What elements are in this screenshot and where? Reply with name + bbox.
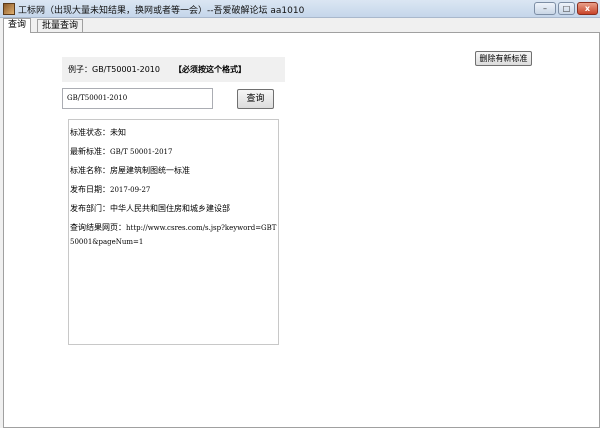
standard-number-input[interactable]: GB/T50001-2010 — [62, 88, 213, 109]
dept-label: 发布部门： — [70, 204, 110, 213]
format-example: 例子：GB/T50001-2010 【必须按这个格式】 — [62, 57, 285, 82]
date-label: 发布日期： — [70, 185, 110, 194]
app-icon — [3, 3, 15, 15]
delete-new-standard-button[interactable]: 删除有新标准 — [475, 51, 532, 66]
url-row: 查询结果网页：http://www.csres.com/s.jsp?keywor… — [70, 221, 278, 249]
title-bar: 工标网（出现大量未知结果，换网或者等一会）--吾爱破解论坛 aa1010 – □… — [0, 0, 600, 18]
example-text: 例子：GB/T50001-2010 — [68, 65, 160, 74]
name-row: 标准名称：房屋建筑制图统一标准 — [70, 164, 278, 183]
tab-batch-query[interactable]: 批量查询 — [37, 19, 84, 33]
date-value: 2017-09-27 — [110, 186, 151, 194]
status-label: 标准状态： — [70, 128, 110, 137]
dept-row: 发布部门：中华人民共和国住房和城乡建设部 — [70, 202, 278, 221]
name-label: 标准名称： — [70, 166, 110, 175]
latest-row: 最新标准：GB/T 50001-2017 — [70, 145, 278, 164]
status-value: 未知 — [110, 128, 126, 137]
result-box: 标准状态：未知 最新标准：GB/T 50001-2017 标准名称：房屋建筑制图… — [68, 119, 279, 345]
window-title: 工标网（出现大量未知结果，换网或者等一会）--吾爱破解论坛 aa1010 — [18, 6, 305, 16]
date-row: 发布日期：2017-09-27 — [70, 183, 278, 202]
close-button[interactable]: x — [577, 2, 598, 15]
minimize-button[interactable]: – — [534, 2, 556, 15]
format-note: 【必须按这个格式】 — [173, 65, 246, 74]
latest-value: GB/T 50001-2017 — [110, 148, 173, 156]
query-button[interactable]: 查询 — [237, 89, 274, 109]
dept-value: 中华人民共和国住房和城乡建设部 — [110, 204, 230, 213]
tab-query[interactable]: 查询 — [3, 18, 32, 33]
url-label: 查询结果网页： — [70, 223, 126, 232]
status-row: 标准状态：未知 — [70, 126, 278, 145]
name-value: 房屋建筑制图统一标准 — [110, 166, 190, 175]
maximize-button[interactable]: □ — [558, 2, 575, 15]
latest-label: 最新标准： — [70, 147, 110, 156]
